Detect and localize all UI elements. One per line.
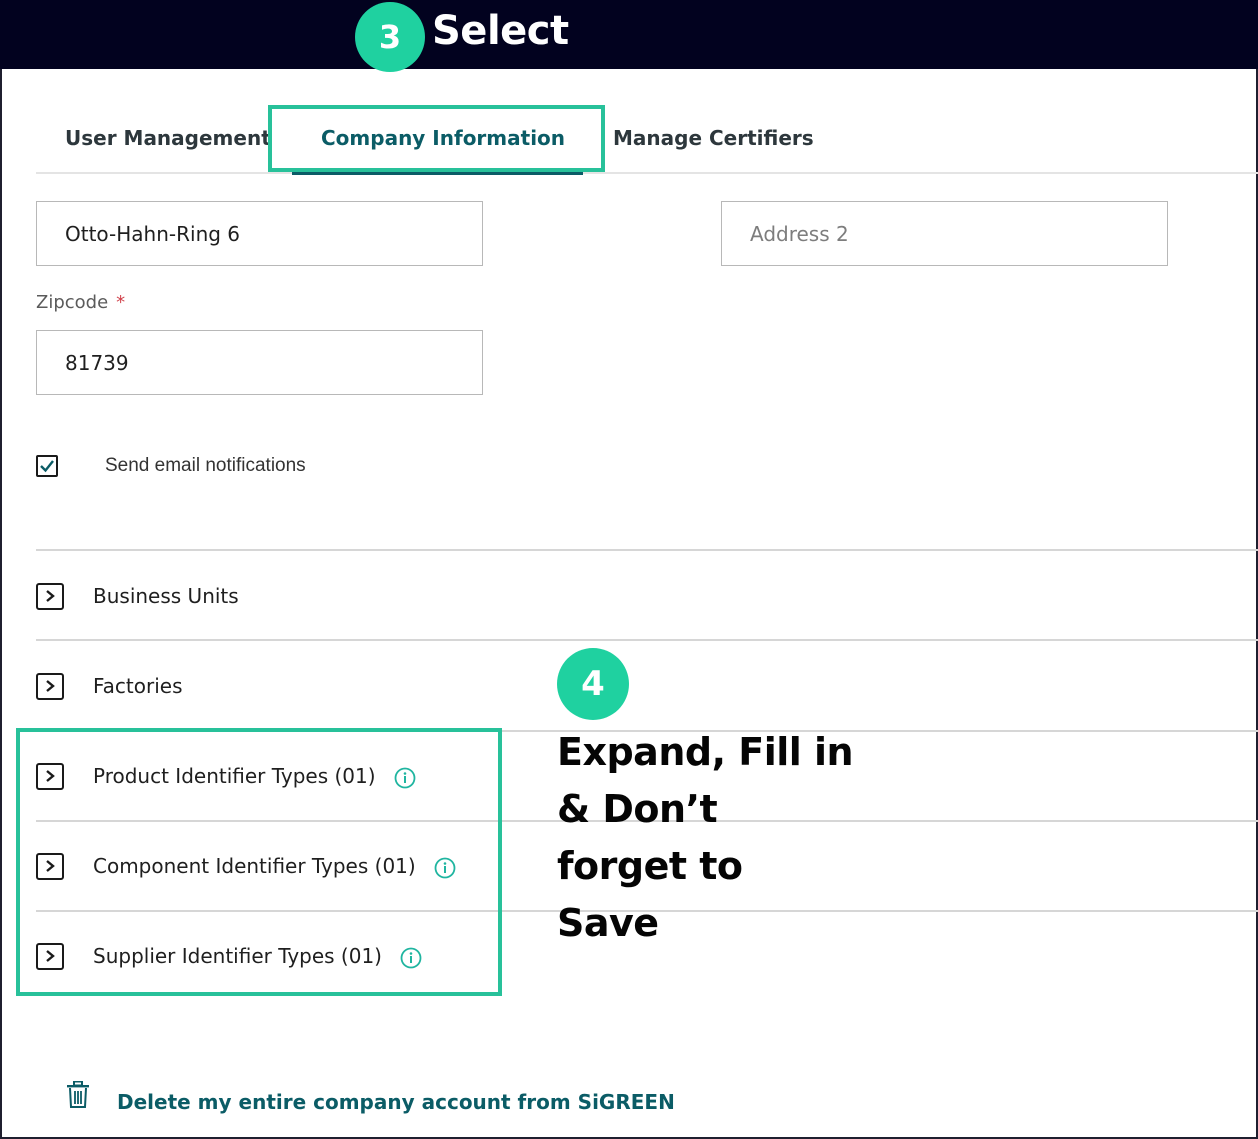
callout-text: Expand, Fill in & Don’t forget to Save	[557, 730, 854, 945]
address2-field[interactable]	[721, 201, 1168, 266]
identifier-types-highlight-box	[16, 728, 502, 996]
banner-label: Select	[432, 8, 569, 54]
accordion-business-units[interactable]: Business Units	[36, 576, 596, 616]
zipcode-field[interactable]	[36, 330, 483, 395]
chevron-right-icon[interactable]	[36, 582, 64, 610]
address1-field[interactable]	[36, 201, 483, 266]
tab-manage-certifiers[interactable]: Manage Certifiers	[613, 126, 814, 150]
zipcode-label: Zipcode *	[36, 292, 125, 313]
divider	[36, 639, 1258, 641]
delete-company-account-link[interactable]: Delete my entire company account from Si…	[117, 1090, 675, 1114]
accordion-label: Factories	[93, 674, 183, 698]
instruction-banner	[0, 0, 1258, 69]
accordion-label: Business Units	[93, 584, 239, 608]
email-notifications-label: Send email notifications	[105, 455, 306, 476]
email-notifications-checkbox[interactable]	[36, 455, 58, 477]
tab-highlight-box	[268, 105, 605, 172]
step-3-badge: 3	[355, 2, 425, 72]
divider	[36, 549, 1258, 551]
tabs-baseline	[36, 172, 1258, 174]
checkmark-icon	[40, 460, 54, 473]
trash-icon[interactable]	[66, 1081, 90, 1109]
required-marker: *	[116, 292, 126, 313]
zipcode-label-text: Zipcode	[36, 292, 109, 313]
chevron-right-icon[interactable]	[36, 672, 64, 700]
accordion-factories[interactable]: Factories	[36, 666, 596, 706]
tab-user-management[interactable]: User Management	[65, 126, 271, 150]
step-4-badge: 4	[557, 648, 629, 720]
